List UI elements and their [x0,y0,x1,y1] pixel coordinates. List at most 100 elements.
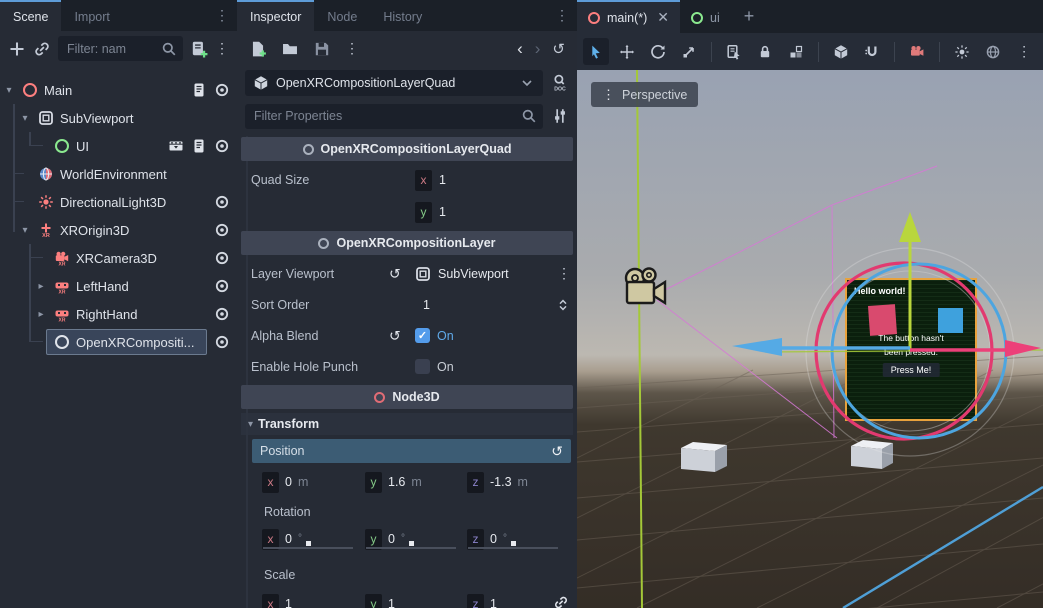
scene-tab-ui[interactable]: ui [680,0,731,33]
rotation-x-slider[interactable] [263,547,353,549]
scale-tool-button[interactable] [676,38,702,65]
tree-row-main[interactable]: ▾ Main [0,76,237,104]
tree-row-openxrcompositionlayer[interactable]: OpenXRCompositi... [0,328,237,356]
visibility-eye-icon[interactable] [214,334,230,350]
tune-filter-icon[interactable] [551,107,569,125]
collapse-icon[interactable]: ▾ [18,113,32,124]
resource-menu-icon[interactable]: ⋮ [345,40,359,57]
tab-import[interactable]: Import [61,0,122,31]
rotation-y-slider[interactable] [366,547,456,549]
inspector-menu-icon[interactable]: ⋮ [547,0,577,31]
scene-dock-menu-icon[interactable]: ⋮ [207,0,237,31]
tree-row-xrcamera3d[interactable]: XRCamera3D [0,244,237,272]
spinner-updown-icon[interactable] [555,297,571,313]
category-openxrcompositionlayer[interactable]: OpenXRCompositionLayer [241,231,573,255]
visibility-eye-icon[interactable] [214,250,230,266]
instance-scene-button[interactable] [33,40,51,58]
category-node3d[interactable]: Node3D [241,385,573,409]
preview-environment-toggle[interactable] [980,38,1006,65]
local-space-toggle[interactable] [828,38,854,65]
expand-icon[interactable]: ▸ [34,281,48,292]
lock-node-button[interactable] [752,38,778,65]
section-transform[interactable]: ▾ Transform [241,413,573,435]
script-icon[interactable] [191,82,207,98]
visibility-eye-icon[interactable] [214,222,230,238]
history-back-icon[interactable]: ‹ [517,39,523,59]
tree-row-subviewport[interactable]: ▾ SubViewport [0,104,237,132]
load-resource-button[interactable] [281,40,299,58]
gizmo-y-axis-arrow[interactable] [899,212,921,351]
property-position-header[interactable]: Position ↺ [252,439,571,463]
scene-tree-menu-icon[interactable]: ⋮ [215,40,229,57]
history-list-icon[interactable]: ↺ [552,40,565,58]
open-docs-icon[interactable] [551,74,569,92]
unit-label: m [411,475,421,489]
revert-icon[interactable]: ↺ [551,443,563,460]
property-filter-input[interactable] [245,104,543,129]
camera-preview-toggle[interactable] [904,38,930,65]
position-y-value[interactable]: 1.6 [388,475,405,489]
scale-link-icon[interactable] [553,595,569,608]
gizmo-x-axis-arrow[interactable] [910,340,1041,357]
history-forward-icon[interactable]: › [535,39,541,59]
scale-y-value[interactable]: 1 [388,597,395,608]
rotate-tool-button[interactable] [645,38,671,65]
alpha-blend-checkbox[interactable]: ✓ [415,328,430,343]
collapse-icon[interactable]: ▾ [18,225,32,236]
revert-icon[interactable]: ↺ [389,327,401,344]
rotation-x-value[interactable]: 0 [285,532,292,546]
move-tool-button[interactable] [614,38,640,65]
save-resource-button[interactable] [313,40,331,58]
3d-scene[interactable]: Hello world! The button hasn't been pres… [577,70,1043,608]
perspective-menu-button[interactable]: ⋮ Perspective [591,82,698,107]
tree-row-worldenvironment[interactable]: WorldEnvironment [0,160,237,188]
tab-inspector[interactable]: Inspector [237,0,314,31]
list-select-tool-button[interactable] [721,38,747,65]
attach-script-button[interactable] [190,40,208,58]
rotation-y-value[interactable]: 0 [388,532,395,546]
visibility-eye-icon[interactable] [214,194,230,210]
select-tool-button[interactable] [583,38,609,65]
gizmo-z-axis-arrow[interactable] [732,338,910,356]
add-node-button[interactable] [8,40,26,58]
close-tab-icon[interactable]: ✕ [657,9,669,26]
visibility-eye-icon[interactable] [214,278,230,294]
scale-x-value[interactable]: 1 [285,597,292,608]
layer-viewport-value[interactable]: SubViewport [438,267,509,281]
tab-scene[interactable]: Scene [0,0,61,31]
new-scene-tab-button[interactable]: + [731,0,768,33]
tree-row-directionallight3d[interactable]: DirectionalLight3D [0,188,237,216]
group-node-button[interactable] [783,38,809,65]
position-x-value[interactable]: 0 [285,475,292,489]
tab-history[interactable]: History [370,0,435,31]
hole-punch-checkbox[interactable] [415,359,430,374]
edited-node-selector[interactable]: OpenXRCompositionLayerQuad [245,70,543,96]
quad-size-y-value[interactable]: 1 [439,205,446,219]
snap-toggle-button[interactable] [859,38,885,65]
rotation-z-value[interactable]: 0 [490,532,497,546]
new-resource-button[interactable] [249,40,267,58]
tab-node[interactable]: Node [314,0,370,31]
collapse-icon[interactable]: ▾ [2,85,16,96]
view-menu-icon[interactable]: ⋮ [1011,38,1037,65]
quad-size-x-value[interactable]: 1 [439,173,446,187]
rotation-z-slider[interactable] [468,547,558,549]
sort-order-value[interactable]: 1 [423,298,430,312]
tree-row-lefthand[interactable]: ▸ LeftHand [0,272,237,300]
tree-row-ui[interactable]: UI [0,132,237,160]
scene-tab-main[interactable]: main(*) ✕ [577,0,680,33]
expand-icon[interactable]: ▸ [34,309,48,320]
script-icon[interactable] [191,138,207,154]
category-openxrcompositionlayerquad[interactable]: OpenXRCompositionLayerQuad [241,137,573,161]
tree-row-xrorigin3d[interactable]: ▾ XROrigin3D [0,216,237,244]
visibility-eye-icon[interactable] [214,82,230,98]
tree-row-righthand[interactable]: ▸ RightHand [0,300,237,328]
visibility-eye-icon[interactable] [214,138,230,154]
position-z-value[interactable]: -1.3 [490,475,512,489]
visibility-eye-icon[interactable] [214,306,230,322]
preview-sunlight-toggle[interactable] [949,38,975,65]
instanced-scene-icon[interactable] [168,138,184,154]
scale-z-value[interactable]: 1 [490,597,497,608]
revert-icon[interactable]: ↺ [389,265,401,282]
resource-options-icon[interactable]: ⋮ [557,265,571,282]
